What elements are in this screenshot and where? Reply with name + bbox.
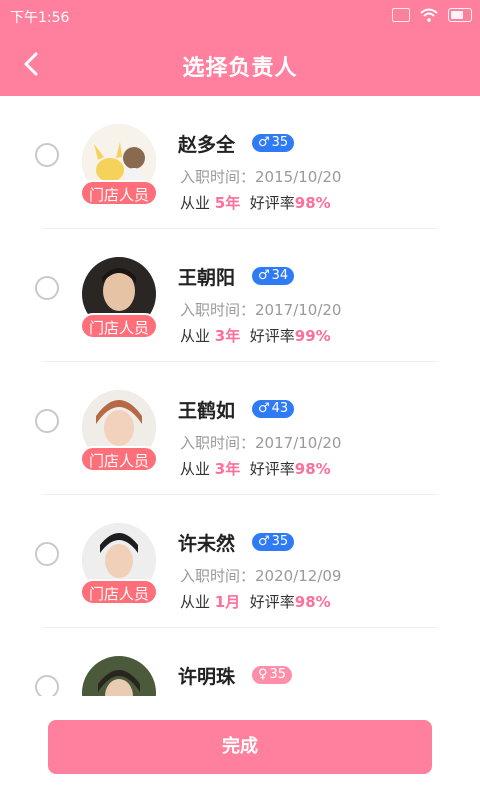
hire-date-line: 入职时间：2020/12/09 (180, 565, 341, 586)
role-badge: 门店人员 (80, 313, 158, 339)
gender-age-badge: ♂ 35 (252, 533, 295, 551)
hire-date: 2017/10/20 (255, 434, 342, 452)
battery-icon (448, 8, 472, 22)
status-icons (392, 8, 472, 22)
employee-item[interactable]: 门店人员 王朝阳 ♂ 34 入职时间：2017/10/20 从业 3年 好评率9… (0, 229, 480, 362)
experience-years: 1月 (214, 593, 241, 611)
employee-name: 王鹤如 (178, 400, 236, 422)
footer: 完成 (0, 696, 480, 800)
stats-line: 从业 3年 好评率99% (180, 325, 331, 346)
status-bar: 下午1:56 (0, 0, 480, 32)
experience-label: 从业 (180, 593, 215, 611)
hire-label: 入职时间： (180, 301, 256, 319)
sim-icon (392, 8, 410, 22)
hire-date-line: 入职时间：2017/10/20 (180, 432, 341, 453)
male-icon: ♂ (258, 534, 270, 549)
employee-item[interactable]: 门店人员 王鹤如 ♂ 43 入职时间：2017/10/20 从业 3年 好评率9… (0, 362, 480, 495)
hire-date-line: 入职时间：2017/10/20 (180, 299, 341, 320)
role-badge: 门店人员 (80, 180, 158, 206)
experience-years: 5年 (214, 194, 241, 212)
select-radio[interactable] (35, 276, 59, 300)
age-value: 43 (271, 401, 289, 416)
hire-label: 入职时间： (180, 168, 256, 186)
male-icon: ♂ (258, 268, 270, 283)
experience-years: 3年 (214, 327, 241, 345)
stats-line: 从业 1月 好评率98% (180, 591, 331, 612)
gender-age-badge: ♂ 34 (252, 267, 295, 285)
done-button[interactable]: 完成 (48, 720, 432, 774)
experience-years: 3年 (214, 460, 241, 478)
employee-item[interactable]: 许明珠 ♀ 35 (0, 628, 480, 696)
employee-name: 赵多全 (178, 134, 236, 156)
hire-label: 入职时间： (180, 567, 256, 585)
gender-age-badge: ♂ 35 (252, 134, 295, 152)
select-radio[interactable] (35, 409, 59, 433)
hire-date-line: 入职时间：2015/10/20 (180, 166, 341, 187)
experience-label: 从业 (180, 460, 215, 478)
female-icon: ♀ (258, 667, 268, 682)
hire-label: 入职时间： (180, 434, 256, 452)
employee-item[interactable]: 门店人员 赵多全 ♂ 35 入职时间：2015/10/20 从业 5年 好评率9… (0, 96, 480, 229)
employee-name: 许明珠 (178, 666, 236, 688)
rating-label: 好评率 (249, 327, 295, 345)
status-time: 下午1:56 (10, 10, 70, 26)
rating-value: 98% (294, 194, 331, 212)
male-icon: ♂ (258, 135, 270, 150)
hire-date: 2020/12/09 (255, 567, 342, 585)
age-value: 35 (271, 534, 289, 549)
age-value: 35 (269, 667, 287, 682)
hire-date: 2015/10/20 (255, 168, 342, 186)
rating-value: 98% (294, 593, 331, 611)
rating-label: 好评率 (249, 194, 295, 212)
employee-item[interactable]: 门店人员 许未然 ♂ 35 入职时间：2020/12/09 从业 1月 好评率9… (0, 495, 480, 628)
stats-line: 从业 5年 好评率98% (180, 192, 331, 213)
role-badge: 门店人员 (80, 579, 158, 605)
select-radio[interactable] (35, 675, 59, 696)
stats-line: 从业 3年 好评率98% (180, 458, 331, 479)
select-radio[interactable] (35, 542, 59, 566)
header-bar: 选择负责人 (0, 32, 480, 96)
age-value: 34 (271, 268, 289, 283)
age-value: 35 (271, 135, 289, 150)
rating-value: 99% (294, 327, 331, 345)
hire-date: 2017/10/20 (255, 301, 342, 319)
role-badge: 门店人员 (80, 446, 158, 472)
employee-name: 许未然 (178, 533, 236, 555)
page-title: 选择负责人 (182, 56, 298, 81)
experience-label: 从业 (180, 327, 215, 345)
rating-value: 98% (294, 460, 331, 478)
avatar (82, 656, 156, 696)
rating-label: 好评率 (249, 460, 295, 478)
employee-list[interactable]: 门店人员 赵多全 ♂ 35 入职时间：2015/10/20 从业 5年 好评率9… (0, 96, 480, 696)
employee-name: 王朝阳 (178, 267, 236, 289)
select-radio[interactable] (35, 143, 59, 167)
rating-label: 好评率 (249, 593, 295, 611)
wifi-icon (420, 8, 438, 22)
male-icon: ♂ (258, 401, 270, 416)
gender-age-badge: ♂ 43 (252, 400, 295, 418)
experience-label: 从业 (180, 194, 215, 212)
gender-age-badge: ♀ 35 (252, 666, 293, 684)
